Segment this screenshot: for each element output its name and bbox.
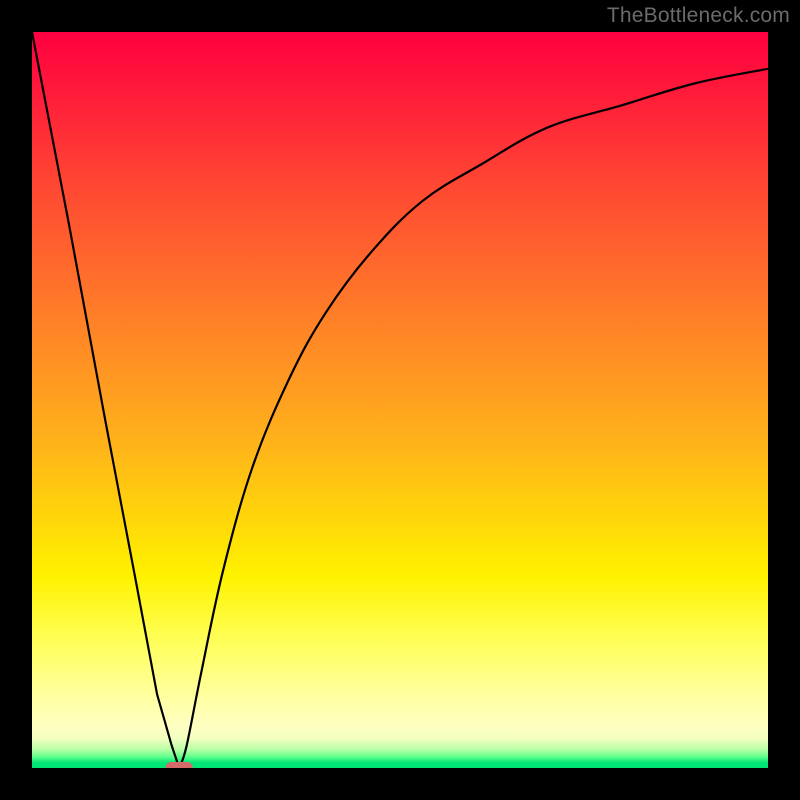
watermark-text: TheBottleneck.com [607,4,790,28]
optimum-marker [166,763,192,769]
chart-frame: TheBottleneck.com [0,0,800,800]
bottleneck-curve [32,32,768,768]
plot-svg [32,32,768,768]
plot-area [32,32,768,768]
